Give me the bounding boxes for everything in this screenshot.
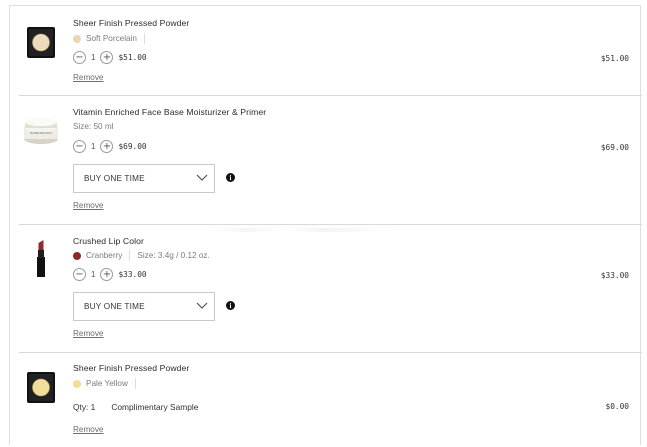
- select-value: BUY ONE TIME: [84, 174, 145, 183]
- shade-name: Cranberry: [86, 251, 123, 260]
- size-label: Size: 3.4g / 0.12 oz.: [137, 251, 210, 260]
- quantity-value: 1: [91, 142, 96, 151]
- svg-text:BOBBI BROWN: BOBBI BROWN: [30, 131, 52, 135]
- remove-link[interactable]: Remove: [73, 73, 104, 82]
- info-icon[interactable]: i: [226, 301, 235, 310]
- minus-icon[interactable]: −: [73, 51, 86, 64]
- size-label: Size: 50 ml: [73, 122, 114, 131]
- sample-info: Qty: 1 Complimentary Sample: [73, 402, 198, 412]
- meta-divider: [134, 378, 136, 389]
- plus-icon[interactable]: +: [100, 268, 114, 281]
- line-total: $51.00: [600, 54, 629, 63]
- line-total: $33.00: [600, 271, 629, 280]
- plus-icon[interactable]: +: [100, 51, 114, 64]
- sample-label: Complimentary Sample: [111, 402, 199, 412]
- product-size: Size: 50 ml: [73, 122, 114, 131]
- plus-icon[interactable]: +: [100, 140, 114, 153]
- quantity-value: 1: [91, 53, 96, 62]
- remove-link[interactable]: Remove: [73, 329, 104, 338]
- line-total: $69.00: [600, 143, 629, 152]
- product-name[interactable]: Crushed Lip Color: [73, 236, 144, 246]
- quantity-stepper: − 1 + $33.00: [73, 268, 147, 281]
- product-image-compact-powder[interactable]: [18, 366, 64, 410]
- product-shade: Soft Porcelain: [73, 33, 152, 44]
- chevron-down-icon: [196, 302, 208, 309]
- quantity-label: Qty: 1: [73, 402, 96, 412]
- remove-link[interactable]: Remove: [73, 425, 104, 434]
- product-image-lipstick[interactable]: [18, 237, 64, 281]
- purchase-option-select[interactable]: BUY ONE TIME: [73, 292, 215, 321]
- minus-icon[interactable]: −: [73, 140, 86, 153]
- unit-price: $69.00: [118, 142, 147, 151]
- product-shade: Pale Yellow: [73, 378, 143, 389]
- item-divider: [19, 95, 642, 96]
- shade-swatch: [73, 251, 81, 260]
- unit-price: $33.00: [118, 270, 147, 279]
- meta-divider: [143, 33, 145, 44]
- cart-items-panel: Sheer Finish Pressed Powder Soft Porcela…: [9, 5, 642, 445]
- product-image-cream-jar[interactable]: BOBBI BROWN: [18, 110, 64, 154]
- product-image-compact-powder[interactable]: [18, 21, 64, 65]
- product-name[interactable]: Sheer Finish Pressed Powder: [73, 363, 189, 373]
- info-icon[interactable]: i: [226, 173, 235, 182]
- shade-name: Soft Porcelain: [86, 34, 137, 43]
- shade-swatch: [73, 379, 81, 388]
- remove-link[interactable]: Remove: [73, 201, 104, 210]
- purchase-option-select[interactable]: BUY ONE TIME: [73, 164, 215, 193]
- shade-name: Pale Yellow: [86, 379, 128, 388]
- select-value: BUY ONE TIME: [84, 302, 145, 311]
- product-name[interactable]: Vitamin Enriched Face Base Moisturizer &…: [73, 107, 266, 117]
- item-divider: [19, 224, 642, 225]
- line-total: $0.00: [605, 402, 629, 411]
- scroll-artifact: [208, 228, 398, 232]
- product-shade: Cranberry Size: 3.4g / 0.12 oz.: [73, 250, 210, 261]
- product-name[interactable]: Sheer Finish Pressed Powder: [73, 18, 189, 28]
- unit-price: $51.00: [118, 53, 147, 62]
- meta-divider: [129, 250, 131, 261]
- minus-icon[interactable]: −: [73, 268, 86, 281]
- quantity-stepper: − 1 + $51.00: [73, 51, 147, 64]
- item-divider: [19, 352, 642, 353]
- shade-swatch: [73, 34, 81, 43]
- quantity-stepper: − 1 + $69.00: [73, 140, 147, 153]
- quantity-value: 1: [91, 270, 96, 279]
- chevron-down-icon: [196, 174, 208, 181]
